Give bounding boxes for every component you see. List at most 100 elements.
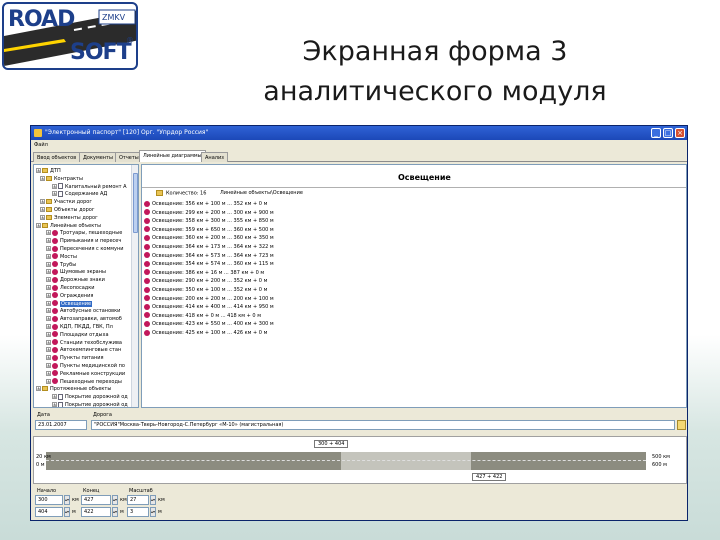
end-m-spinner[interactable]: ▴▾ xyxy=(112,507,118,517)
tab-object-input[interactable]: Ввод объектов xyxy=(33,152,81,162)
tree-node[interactable]: ± Пересечения с коммуни xyxy=(46,245,124,253)
expand-toggle-icon[interactable]: ± xyxy=(46,238,51,244)
tree-node[interactable]: ± Протяженные объекты xyxy=(36,385,111,393)
expand-toggle-icon[interactable]: ± xyxy=(46,378,51,384)
end-m-field[interactable]: 422 xyxy=(81,507,111,517)
expand-toggle-icon[interactable]: ± xyxy=(52,402,57,407)
expand-toggle-icon[interactable]: ± xyxy=(46,355,51,361)
expand-toggle-icon[interactable]: ± xyxy=(40,175,45,181)
tree-node[interactable]: ± Примыкания и пересеч xyxy=(46,237,121,245)
list-item[interactable]: Освещение: 418 км + 0 м ... 418 км + 0 м xyxy=(144,312,284,320)
expand-toggle-icon[interactable]: ± xyxy=(40,199,45,205)
expand-toggle-icon[interactable]: ± xyxy=(46,269,51,275)
tree-node[interactable]: ± Автокемпинговые стан xyxy=(46,346,121,354)
end-km-field[interactable]: 427 xyxy=(81,495,111,505)
expand-toggle-icon[interactable]: ± xyxy=(46,261,51,267)
expand-toggle-icon[interactable]: ± xyxy=(46,324,51,329)
start-km-field[interactable]: 300 xyxy=(35,495,63,505)
tree-node[interactable]: ± Лесопосадки xyxy=(46,284,95,292)
scrollbar-thumb[interactable] xyxy=(133,173,138,233)
tree-node[interactable]: ± Элементы дорог xyxy=(40,214,98,222)
expand-toggle-icon[interactable]: ± xyxy=(46,331,51,337)
expand-toggle-icon[interactable]: ± xyxy=(40,214,45,220)
open-folder-icon[interactable] xyxy=(677,420,686,430)
tree-node[interactable]: ± Линейные объекты xyxy=(36,222,101,230)
tree-node[interactable]: ± Пешеходные переходы xyxy=(46,378,122,386)
tree-node[interactable]: ± Пункты медицинской по xyxy=(46,362,125,370)
expand-toggle-icon[interactable]: ± xyxy=(46,363,51,368)
list-item[interactable]: Освещение: 386 км + 16 м ... 387 км + 0 … xyxy=(144,269,284,277)
expand-toggle-icon[interactable]: ± xyxy=(46,300,51,306)
linear-diagram[interactable]: 300 + 404 20 км 0 м 500 км 600 м 427 + 4… xyxy=(33,436,687,484)
expand-toggle-icon[interactable]: ± xyxy=(46,253,51,259)
expand-toggle-icon[interactable]: ± xyxy=(46,347,51,353)
expand-toggle-icon[interactable]: ± xyxy=(36,168,41,173)
start-m-spinner[interactable]: ▴▾ xyxy=(64,507,70,517)
list-item[interactable]: Освещение: 364 км + 573 м ... 364 км + 7… xyxy=(144,252,284,260)
expand-toggle-icon[interactable]: ± xyxy=(52,191,57,197)
list-item[interactable]: Освещение: 423 км + 550 м ... 400 км + 3… xyxy=(144,320,284,328)
tree-node[interactable]: ± Трубы xyxy=(46,261,76,269)
minimize-button[interactable]: _ xyxy=(651,128,661,138)
list-item[interactable]: Освещение: 364 км + 173 м ... 364 км + 3… xyxy=(144,243,284,251)
expand-toggle-icon[interactable]: ± xyxy=(52,183,57,189)
expand-toggle-icon[interactable]: ± xyxy=(52,394,57,400)
tab-documents[interactable]: Документы xyxy=(79,152,117,162)
tree-node[interactable]: ± ДТП xyxy=(36,167,61,175)
scale-km-field[interactable]: 27 xyxy=(127,495,149,505)
start-m-field[interactable]: 404 xyxy=(35,507,63,517)
tree-node[interactable]: ± Контракты xyxy=(40,175,83,183)
tree-node[interactable]: ± Автозаправки, автомоб xyxy=(46,315,122,323)
expand-toggle-icon[interactable]: ± xyxy=(46,308,51,314)
tree-node[interactable]: ± Освещение xyxy=(46,300,93,308)
start-km-spinner[interactable]: ▴▾ xyxy=(64,495,70,505)
list-item[interactable]: Освещение: 414 км + 400 м ... 414 км + 9… xyxy=(144,303,284,311)
tree-scrollbar[interactable] xyxy=(131,165,138,407)
close-button[interactable]: × xyxy=(675,128,685,138)
tree-node[interactable]: ± Ограждения xyxy=(46,292,93,300)
tree-node[interactable]: ± Пункты питания xyxy=(46,354,103,362)
expand-toggle-icon[interactable]: ± xyxy=(46,285,51,290)
list-item[interactable]: Освещение: 358 км + 300 м ... 355 км + 8… xyxy=(144,217,284,225)
road-field[interactable]: "РОССИЯ"Москва-Тверь-Новгород-С.Петербур… xyxy=(91,420,675,430)
tree-node[interactable]: ± Площадки отдыха xyxy=(46,331,109,339)
tree-node[interactable]: ± Покрытие дорожной од xyxy=(52,393,128,401)
list-item[interactable]: Освещение: 200 км + 200 м ... 200 км + 1… xyxy=(144,295,284,303)
expand-toggle-icon[interactable]: ± xyxy=(46,339,51,345)
scale-m-field[interactable]: 3 xyxy=(127,507,149,517)
expand-toggle-icon[interactable]: ± xyxy=(46,370,51,376)
expand-toggle-icon[interactable]: ± xyxy=(40,207,45,212)
tree-node[interactable]: ± Капитальный ремонт А xyxy=(52,183,127,191)
tree-node[interactable]: ± Объекты дорог xyxy=(40,206,94,214)
expand-toggle-icon[interactable]: ± xyxy=(46,246,51,251)
expand-toggle-icon[interactable]: ± xyxy=(36,386,41,392)
menu-file[interactable]: Файл xyxy=(34,142,48,148)
window-titlebar[interactable]: "Электронный паспорт" [120] Орг. "Упрдор… xyxy=(31,126,687,140)
expand-toggle-icon[interactable]: ± xyxy=(46,316,51,322)
tree-node[interactable]: ± Шумовые экраны xyxy=(46,268,106,276)
tree-node[interactable]: ± Содержание АД xyxy=(52,190,107,198)
list-item[interactable]: Освещение: 425 км + 100 м ... 426 км + 0… xyxy=(144,329,284,337)
list-item[interactable]: Освещение: 290 км + 200 м ... 352 км + 0… xyxy=(144,277,284,285)
tree-node[interactable]: ± Участки дорог xyxy=(40,198,92,206)
expand-toggle-icon[interactable]: ± xyxy=(46,292,51,298)
tab-linear-diagrams[interactable]: Линейные диаграммы xyxy=(139,150,206,162)
tree-node[interactable]: ± Мосты xyxy=(46,253,77,261)
tree-node[interactable]: ± КДП, ПКДД, ГВК, Пл xyxy=(46,323,113,331)
tree-node[interactable]: ± Дорожные знаки xyxy=(46,276,105,284)
object-tree[interactable]: ± ДТП ± Контракты ± Капитальный ремонт А ± Соде… xyxy=(33,164,139,408)
tree-node[interactable]: ± Тротуары, пешеходные xyxy=(46,229,122,237)
scale-m-spinner[interactable]: ▴▾ xyxy=(150,507,156,517)
list-item[interactable]: Освещение: 359 км + 650 м ... 360 км + 5… xyxy=(144,226,284,234)
list-item[interactable]: Освещение: 299 км + 200 м ... 300 км + 9… xyxy=(144,209,284,217)
list-item[interactable]: Освещение: 354 км + 574 м ... 360 км + 1… xyxy=(144,260,284,268)
tab-analysis[interactable]: Анализ xyxy=(201,152,228,162)
tree-node[interactable]: ± Рекламные конструкции xyxy=(46,370,125,378)
expand-toggle-icon[interactable]: ± xyxy=(46,230,51,236)
scale-km-spinner[interactable]: ▴▾ xyxy=(150,495,156,505)
list-item[interactable]: Освещение: 360 км + 200 м ... 360 км + 3… xyxy=(144,234,284,242)
tree-node[interactable]: ± Станции техобслужива xyxy=(46,339,122,347)
list-item[interactable]: Освещение: 350 км + 100 м ... 352 км + 0… xyxy=(144,286,284,294)
date-field[interactable]: 23.01.2007 xyxy=(35,420,87,430)
end-km-spinner[interactable]: ▴▾ xyxy=(112,495,118,505)
